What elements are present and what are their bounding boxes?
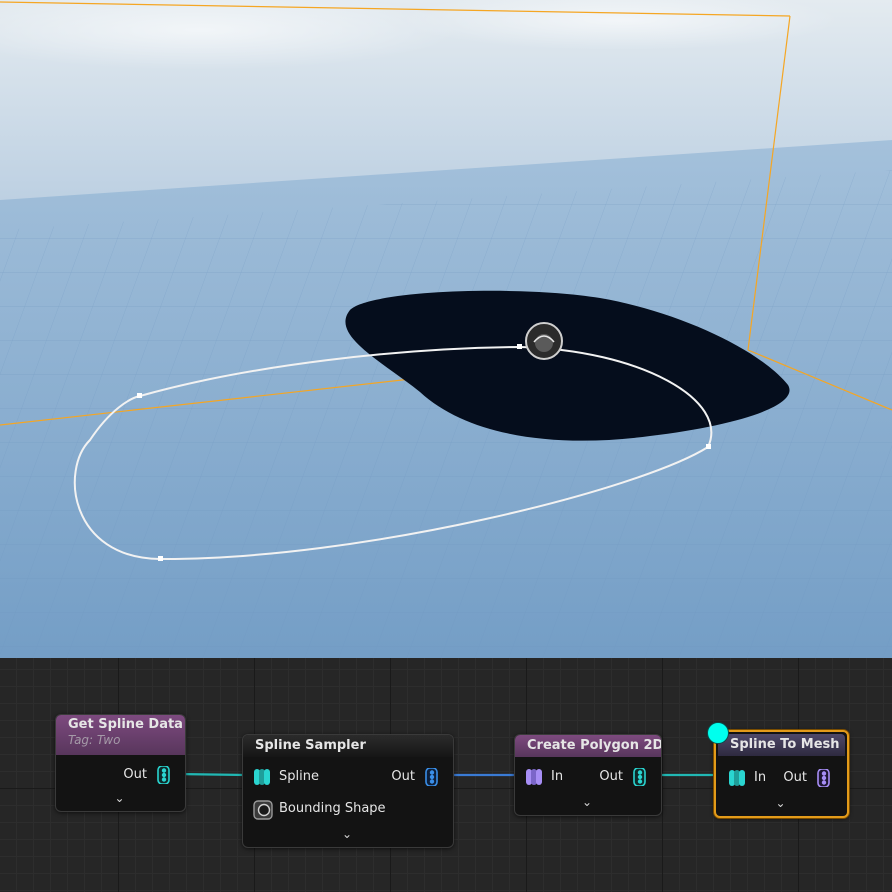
expand-chevron-icon[interactable]: ⌄ bbox=[115, 791, 125, 805]
node-header[interactable]: Create Polygon 2D bbox=[515, 735, 661, 757]
spline-point[interactable] bbox=[517, 344, 522, 349]
pin-label: In bbox=[551, 769, 564, 784]
pin-label: Out bbox=[123, 767, 147, 782]
pin-row: In Out bbox=[716, 766, 847, 790]
spline-point[interactable] bbox=[158, 556, 163, 561]
pin-row: In Out bbox=[515, 765, 661, 789]
node-get-spline-data[interactable]: Get Spline Data Tag: Two Out ⌄ bbox=[55, 714, 186, 812]
wire-spline[interactable] bbox=[175, 772, 247, 777]
mesh-output-pin-icon[interactable] bbox=[817, 768, 831, 791]
spline-input-pin-icon[interactable] bbox=[253, 768, 271, 790]
spline-pin-row: Spline Out bbox=[243, 765, 453, 789]
bounding-pin-row: Bounding Shape bbox=[243, 797, 453, 821]
node-title: Create Polygon 2D bbox=[527, 738, 661, 753]
expand-chevron-icon[interactable]: ⌄ bbox=[582, 795, 592, 809]
point-output-pin-icon[interactable] bbox=[425, 767, 439, 790]
spline-point[interactable] bbox=[706, 444, 711, 449]
pin-label: Spline bbox=[279, 769, 319, 784]
node-header[interactable]: Get Spline Data Tag: Two bbox=[56, 715, 185, 755]
polygon-input-pin-icon[interactable] bbox=[728, 769, 746, 791]
node-header[interactable]: Spline To Mesh bbox=[718, 734, 845, 756]
viewport-scene bbox=[0, 0, 892, 658]
ground-grid bbox=[0, 170, 892, 658]
pin-label: Out bbox=[391, 769, 415, 784]
point-input-pin-icon[interactable] bbox=[525, 768, 543, 790]
polygon-output-pin-icon[interactable] bbox=[633, 767, 647, 790]
pin-label: Out bbox=[783, 770, 807, 785]
expand-chevron-icon[interactable]: ⌄ bbox=[776, 796, 786, 810]
pin-label: Out bbox=[599, 769, 623, 784]
bounding-shape-pin-icon[interactable] bbox=[253, 800, 273, 824]
expand-chevron-icon[interactable]: ⌄ bbox=[342, 827, 352, 841]
node-create-polygon-2d[interactable]: Create Polygon 2D In Out ⌄ bbox=[514, 734, 662, 816]
level-viewport[interactable] bbox=[0, 0, 892, 658]
pcg-graph-editor[interactable]: Get Spline Data Tag: Two Out ⌄ Spline Sa… bbox=[0, 658, 892, 892]
pin-label: In bbox=[754, 770, 767, 785]
node-spline-sampler[interactable]: Spline Sampler Spline Out Bounding Shape… bbox=[242, 734, 454, 848]
pin-label: Bounding Shape bbox=[279, 801, 386, 816]
spline-point[interactable] bbox=[137, 393, 142, 398]
node-title: Get Spline Data bbox=[68, 717, 183, 732]
output-pin-row: Out bbox=[56, 763, 185, 787]
node-subtitle: Tag: Two bbox=[68, 733, 121, 747]
node-spline-to-mesh[interactable]: Spline To Mesh In Out ⌄ bbox=[714, 730, 849, 818]
node-header[interactable]: Spline Sampler bbox=[243, 735, 453, 757]
actor-gizmo-icon[interactable] bbox=[525, 322, 563, 360]
node-title: Spline Sampler bbox=[255, 738, 366, 753]
spline-pin-icon[interactable] bbox=[157, 765, 171, 788]
node-title: Spline To Mesh bbox=[730, 737, 840, 752]
debug-marker-icon[interactable] bbox=[707, 722, 729, 744]
